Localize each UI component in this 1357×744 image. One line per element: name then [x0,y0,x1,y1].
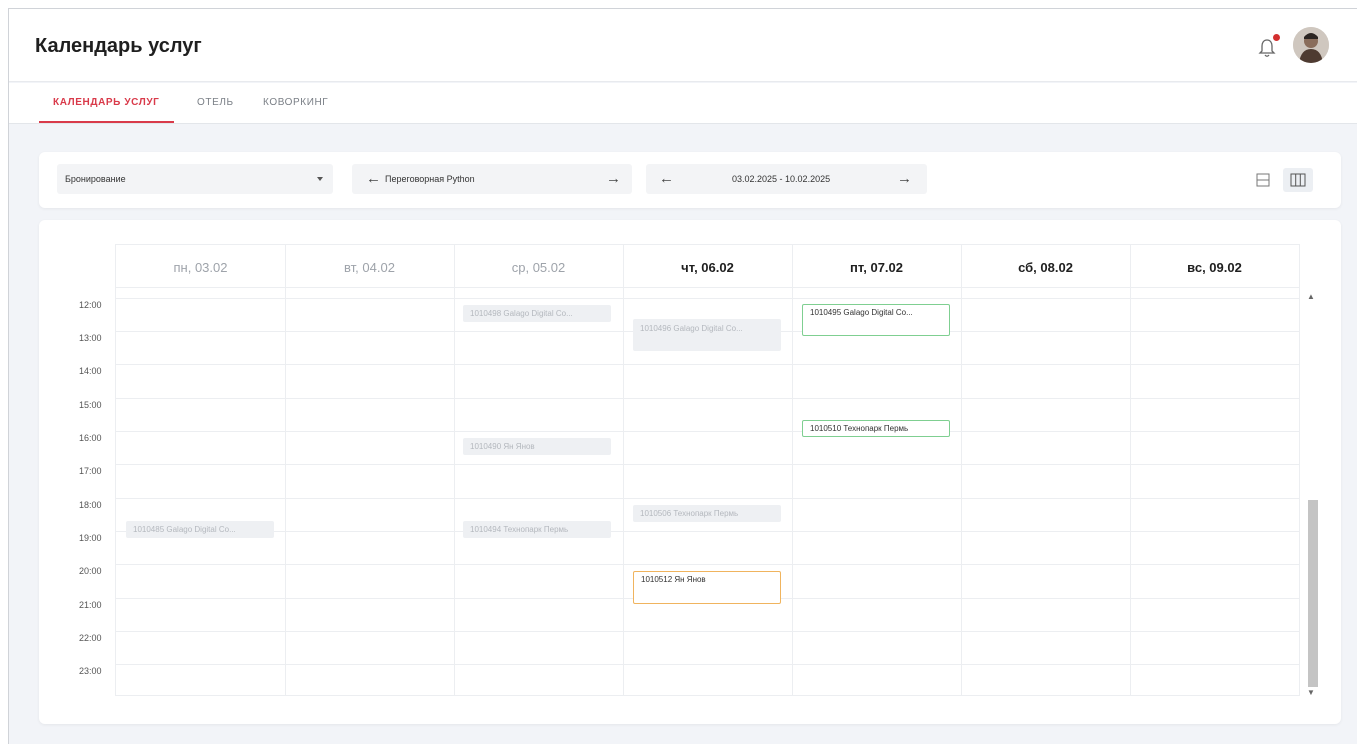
booking-type-value: Бронирование [65,174,126,184]
time-label: 19:00 [79,533,102,543]
tab-hotel[interactable]: Отель [197,97,234,108]
hour-line [116,431,1300,432]
user-photo-icon [1293,27,1329,63]
week-calendar: пн, 03.02 вт, 04.02 ср, 05.02 чт, 06.02 … [39,220,1341,724]
tab-coworking[interactable]: Коворкинг [263,97,328,108]
hour-line [116,631,1300,632]
calendar-grid: пн, 03.02 вт, 04.02 ср, 05.02 чт, 06.02 … [115,244,1300,696]
day-divider [1299,245,1300,695]
active-tab-indicator [39,121,174,123]
booking-event[interactable]: 1010496 Galago Digital Co... [633,319,781,351]
next-week-arrow-icon[interactable]: → [897,170,912,187]
time-label: 14:00 [79,366,102,376]
time-label: 23:00 [79,666,102,676]
hour-line [116,664,1300,665]
week-view-button[interactable] [1283,168,1313,192]
hour-line [116,298,1300,299]
app-frame: Календарь услуг Календарь услуг Отель Ко… [8,8,1357,744]
day-divider [961,245,962,695]
room-name: Переговорная Python [385,174,475,184]
tab-services-calendar[interactable]: Календарь услуг [53,97,159,108]
list-view-icon [1256,173,1270,187]
day-divider [454,245,455,695]
booking-event[interactable]: 1010498 Galago Digital Co... [463,305,611,322]
header-divider [116,287,1300,288]
day-header-wed: ср, 05.02 [511,260,566,275]
hour-line [116,498,1300,499]
time-label: 22:00 [79,633,102,643]
date-range: 03.02.2025 - 10.02.2025 [732,174,831,184]
day-header-fri: пт, 07.02 [850,260,903,275]
time-label: 13:00 [79,333,102,343]
hour-line [116,564,1300,565]
page-title: Календарь услуг [35,35,202,57]
list-view-button[interactable] [1248,168,1278,192]
time-label: 20:00 [79,566,102,576]
day-divider [1130,245,1131,695]
day-header-tue: вт, 04.02 [344,260,395,275]
avatar[interactable] [1293,27,1329,63]
day-header-mon: пн, 03.02 [173,260,228,275]
booking-event[interactable]: 1010512 Ян Янов [633,571,781,604]
time-label: 15:00 [79,400,102,410]
columns-view-icon [1290,173,1306,187]
booking-event[interactable]: 1010485 Galago Digital Co... [126,521,274,538]
room-switcher: ← Переговорная Python → [352,164,632,194]
time-label: 17:00 [79,466,102,476]
prev-room-arrow-icon[interactable]: ← [366,170,381,187]
hour-line [116,531,1300,532]
scroll-down-icon[interactable]: ▼ [1307,688,1315,697]
day-divider [285,245,286,695]
prev-week-arrow-icon[interactable]: ← [659,170,674,187]
next-room-arrow-icon[interactable]: → [606,170,621,187]
calendar-toolbar: Бронирование ← Переговорная Python → ← 0… [39,152,1341,208]
day-header-thu: чт, 06.02 [681,260,734,275]
scroll-up-icon[interactable]: ▲ [1307,292,1315,301]
booking-event[interactable]: 1010510 Технопарк Пермь [802,420,950,437]
booking-event[interactable]: 1010495 Galago Digital Co... [802,304,950,336]
booking-event[interactable]: 1010490 Ян Янов [463,438,611,455]
scrollbar-thumb[interactable] [1308,500,1318,687]
booking-event[interactable]: 1010494 Технопарк Пермь [463,521,611,538]
date-range-switcher: ← 03.02.2025 - 10.02.2025 → [646,164,927,194]
tab-bar: Календарь услуг Отель Коворкинг [9,83,1357,124]
notification-badge [1273,34,1280,41]
app-header: Календарь услуг [9,9,1357,82]
booking-type-select[interactable]: Бронирование [57,164,333,194]
day-header-sun: вс, 09.02 [1187,260,1242,275]
hour-line [116,364,1300,365]
day-divider [792,245,793,695]
hour-line [116,398,1300,399]
day-header-sat: сб, 08.02 [1018,260,1073,275]
time-label: 12:00 [79,300,102,310]
hour-line [116,464,1300,465]
time-label: 21:00 [79,600,102,610]
time-label: 18:00 [79,500,102,510]
booking-event[interactable]: 1010506 Технопарк Пермь [633,505,781,522]
time-label: 16:00 [79,433,102,443]
chevron-down-icon [317,177,323,181]
day-divider [623,245,624,695]
